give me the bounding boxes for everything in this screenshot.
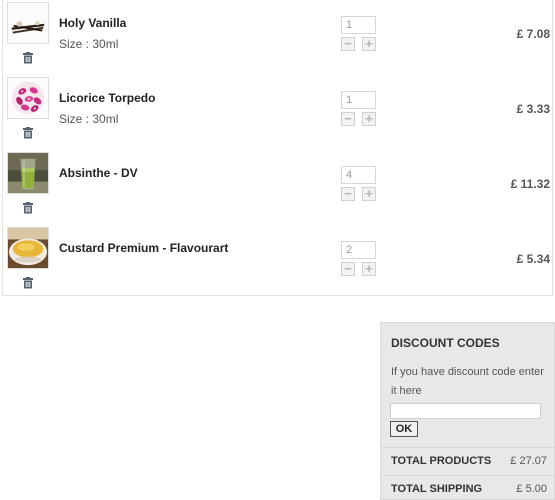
decrease-quantity-button[interactable]: − [341, 37, 355, 51]
quantity-input[interactable]: 2 [341, 241, 376, 259]
quantity-input[interactable]: 1 [341, 16, 376, 34]
total-products-label: TOTAL PRODUCTS [391, 455, 492, 467]
custard-bowl-icon [8, 228, 48, 268]
discount-code-input[interactable] [390, 403, 541, 419]
divider [381, 447, 554, 448]
decrease-quantity-button[interactable]: − [341, 187, 355, 201]
quantity-input[interactable]: 1 [341, 91, 376, 109]
decrease-quantity-button[interactable]: − [341, 262, 355, 276]
product-thumbnail[interactable] [7, 227, 49, 269]
decrease-quantity-button[interactable]: − [341, 112, 355, 126]
product-thumbnail[interactable] [7, 152, 49, 194]
product-thumbnail[interactable] [7, 2, 49, 44]
discount-codes-title: DISCOUNT CODES [391, 336, 500, 350]
increase-quantity-button[interactable]: + [362, 262, 376, 276]
cart-item-row: Absinthe - DV 4 − + £ 11.32 [3, 150, 552, 225]
remove-item-button[interactable] [22, 277, 34, 289]
trash-icon [23, 202, 33, 214]
trash-icon [23, 52, 33, 64]
increase-quantity-button[interactable]: + [362, 112, 376, 126]
quantity-input[interactable]: 4 [341, 166, 376, 184]
line-price: £ 7.08 [516, 27, 550, 41]
product-size: Size : 30ml [59, 37, 119, 51]
remove-item-button[interactable] [22, 52, 34, 64]
vanilla-pods-icon [8, 3, 48, 43]
remove-item-button[interactable] [22, 202, 34, 214]
product-name[interactable]: Custard Premium - Flavourart [59, 241, 228, 255]
line-price: £ 5.34 [516, 252, 550, 266]
increase-quantity-button[interactable]: + [362, 187, 376, 201]
trash-icon [23, 277, 33, 289]
trash-icon [23, 127, 33, 139]
total-shipping-label: TOTAL SHIPPING [391, 483, 483, 495]
cart-items-list: Holy Vanilla Size : 30ml 1 − + £ 7.08 Li… [2, 0, 553, 296]
total-products-value: £ 27.07 [510, 455, 547, 467]
remove-item-button[interactable] [22, 127, 34, 139]
cart-item-row: Holy Vanilla Size : 30ml 1 − + £ 7.08 [3, 0, 552, 75]
product-name[interactable]: Holy Vanilla [59, 16, 126, 30]
cart-summary-panel: DISCOUNT CODES If you have discount code… [380, 322, 555, 500]
divider [381, 475, 554, 476]
discount-codes-hint: If you have discount code enter it here [391, 366, 544, 397]
line-price: £ 11.32 [510, 177, 550, 191]
product-name[interactable]: Licorice Torpedo [59, 91, 155, 105]
licorice-candies-icon [8, 78, 48, 118]
product-name[interactable]: Absinthe - DV [59, 166, 138, 180]
product-thumbnail[interactable] [7, 77, 49, 119]
increase-quantity-button[interactable]: + [362, 37, 376, 51]
apply-discount-button[interactable]: OK [390, 421, 418, 437]
cart-item-row: Custard Premium - Flavourart 2 − + £ 5.3… [3, 225, 552, 300]
cart-item-row: Licorice Torpedo Size : 30ml 1 − + £ 3.3… [3, 75, 552, 150]
total-shipping-value: £ 5.00 [516, 483, 547, 495]
absinthe-glass-icon [8, 153, 48, 193]
product-size: Size : 30ml [59, 112, 119, 126]
line-price: £ 3.33 [516, 102, 550, 116]
